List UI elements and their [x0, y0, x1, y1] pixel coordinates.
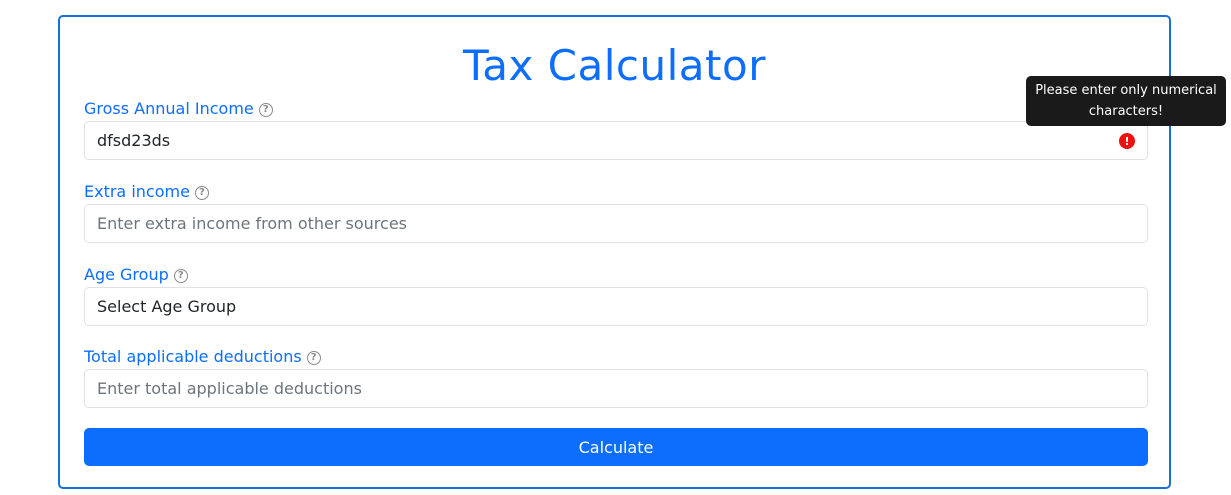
gross-income-input-value: dfsd23ds	[97, 131, 171, 150]
extra-income-label-text: Extra income	[84, 182, 190, 201]
deductions-label: Total applicable deductions ?	[84, 347, 321, 367]
exclamation-circle-icon: !	[1119, 133, 1135, 149]
age-group-label-text: Age Group	[84, 265, 169, 284]
deductions-input[interactable]: Enter total applicable deductions	[84, 369, 1148, 408]
extra-income-label: Extra income ?	[84, 182, 209, 202]
gross-income-input[interactable]: dfsd23ds !	[84, 121, 1148, 160]
extra-income-input[interactable]: Enter extra income from other sources	[84, 204, 1148, 243]
deductions-help-icon[interactable]: ?	[306, 350, 321, 365]
gross-income-help-icon[interactable]: ?	[258, 102, 273, 117]
calculate-button[interactable]: Calculate	[84, 428, 1148, 466]
age-group-label: Age Group ?	[84, 265, 188, 285]
extra-income-help-icon[interactable]: ?	[194, 185, 209, 200]
age-group-selected-value: Select Age Group	[97, 297, 237, 316]
extra-income-placeholder: Enter extra income from other sources	[97, 214, 407, 233]
page-title: Tax Calculator	[463, 41, 766, 90]
gross-income-label-text: Gross Annual Income	[84, 99, 254, 118]
age-group-help-icon[interactable]: ?	[173, 268, 188, 283]
gross-income-label: Gross Annual Income ?	[84, 99, 273, 119]
validation-tooltip: Please enter only numerical characters!	[1026, 76, 1226, 126]
tax-calculator-card: Tax Calculator Gross Annual Income ? dfs…	[58, 15, 1171, 489]
age-group-select[interactable]: Select Age Group	[84, 287, 1148, 326]
deductions-label-text: Total applicable deductions	[84, 347, 302, 366]
deductions-placeholder: Enter total applicable deductions	[97, 379, 362, 398]
